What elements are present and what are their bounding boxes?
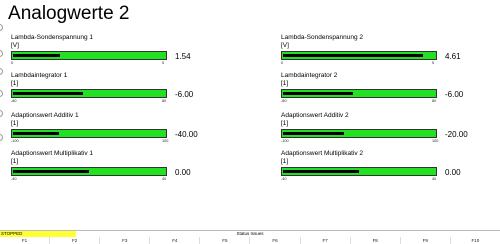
gauge-label: Adaptionswert Additiv 1 <box>11 112 79 119</box>
gauge-bar-fill <box>283 132 344 135</box>
gauge-value: 4.61 <box>445 52 461 61</box>
gauge-min: -80 <box>281 99 287 103</box>
gauge-value: -6.00 <box>445 90 464 99</box>
gauge-value: -40.00 <box>175 130 198 139</box>
gauge-bar-fill <box>13 132 59 135</box>
gauge-value: 1.54 <box>175 52 191 61</box>
gauge-unit: [V] <box>281 42 289 49</box>
gauge-bar <box>11 89 167 98</box>
gauge-max: 80 <box>432 99 437 103</box>
function-key-f10[interactable]: F10 <box>449 237 500 244</box>
function-key-f9[interactable]: F9 <box>399 237 450 244</box>
gauge-min: -100 <box>281 139 289 143</box>
gauge-bar-fill <box>13 170 89 173</box>
gauge-min: -100 <box>11 139 19 143</box>
gauge-value: -20.00 <box>445 130 468 139</box>
gauge-bar-fill <box>283 54 423 57</box>
function-key-f5[interactable]: F5 <box>199 237 249 244</box>
gauge-min: 0 <box>281 61 284 65</box>
gauge-bar-fill <box>13 54 60 57</box>
function-key-f6[interactable]: F6 <box>249 237 299 244</box>
gauge-label: Lambdaintegrator 2 <box>281 72 338 79</box>
gauge-max: 5 <box>162 61 165 65</box>
function-key-f3[interactable]: F3 <box>99 237 149 244</box>
gauge-bar <box>281 129 437 138</box>
gauge-value: 0.00 <box>445 168 461 177</box>
gauge-label: Adaptionswert Multiplikativ 2 <box>281 150 364 157</box>
radio-indicator[interactable] <box>0 134 3 141</box>
radio-indicator[interactable] <box>0 50 3 57</box>
gauge-unit: [1] <box>281 120 289 127</box>
gauge-max: 40 <box>162 177 167 181</box>
radio-indicator[interactable] <box>0 110 3 117</box>
gauge-bar-fill <box>283 170 359 173</box>
gauge-value: 0.00 <box>175 168 191 177</box>
gauge-value: -6.00 <box>175 90 194 99</box>
gauge-bar-fill <box>283 92 353 95</box>
gauge-min: -40 <box>281 177 287 181</box>
radio-indicator[interactable] <box>0 24 3 31</box>
gauge-unit: [1] <box>11 120 19 127</box>
gauge-bar <box>11 129 167 138</box>
gauge-bar-fill <box>13 92 83 95</box>
radio-indicator[interactable] <box>0 90 3 97</box>
gauge-max: 40 <box>432 177 437 181</box>
function-key-f2[interactable]: F2 <box>49 237 99 244</box>
gauge-max: 100 <box>432 139 439 143</box>
gauge-label: Lambdaintegrator 1 <box>11 72 68 79</box>
function-key-bar: F1 F2 F3 F4 F5 F6 F7 F8 F9 F10 <box>0 237 500 244</box>
function-key-f4[interactable]: F4 <box>149 237 199 244</box>
gauge-min: -40 <box>11 177 17 181</box>
gauge-max: 80 <box>162 99 167 103</box>
gauge-label: Adaptionswert Multiplikativ 1 <box>11 150 94 157</box>
gauge-bar <box>11 167 167 176</box>
gauge-bar <box>281 51 437 60</box>
status-bar: Status Issues STOPPED <box>0 230 500 237</box>
gauge-unit: [V] <box>11 42 19 49</box>
gauge-max: 5 <box>432 61 435 65</box>
gauge-min: -80 <box>11 99 17 103</box>
function-key-f8[interactable]: F8 <box>349 237 400 244</box>
gauge-label: Adaptionswert Additiv 2 <box>281 112 349 119</box>
gauge-label: Lambda-Sondenspannung 2 <box>281 34 364 41</box>
gauge-unit: [1] <box>281 80 289 87</box>
radio-indicator[interactable] <box>0 68 3 75</box>
gauge-bar <box>11 51 167 60</box>
function-key-f1[interactable]: F1 <box>0 237 49 244</box>
gauge-max: 100 <box>162 139 169 143</box>
gauge-label: Lambda-Sondenspannung 1 <box>11 34 94 41</box>
gauge-bar <box>281 89 437 98</box>
gauge-adaptionswert-multiplikativ-1: Adaptionswert Multiplikativ 1 [1] -40 40 0.0… <box>11 150 241 198</box>
gauge-adaptionswert-multiplikativ-2: Adaptionswert Multiplikativ 2 [1] -40 40 0.0… <box>281 150 500 198</box>
gauge-unit: [1] <box>281 158 289 165</box>
gauge-unit: [1] <box>11 80 19 87</box>
page-title: Analogwerte 2 <box>8 3 130 24</box>
function-key-f7[interactable]: F7 <box>299 237 350 244</box>
gauge-bar <box>281 167 437 176</box>
gauge-unit: [1] <box>11 158 19 165</box>
gauge-min: 0 <box>11 61 14 65</box>
